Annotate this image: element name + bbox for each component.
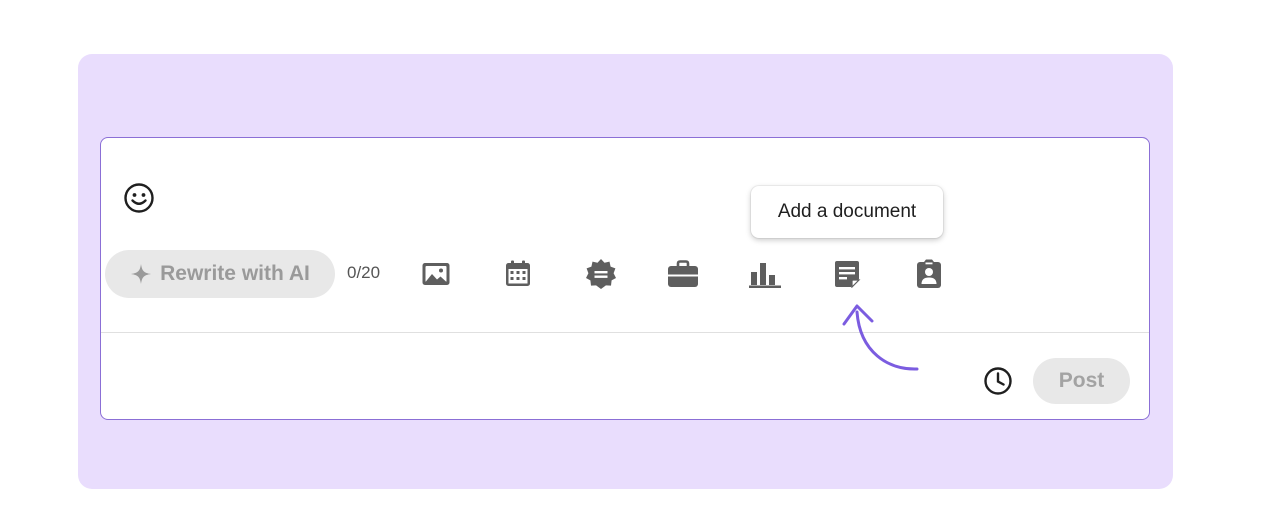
sparkle-icon (131, 264, 152, 284)
add-document-button[interactable] (829, 256, 865, 292)
image-icon (422, 263, 450, 285)
clock-icon (984, 367, 1012, 395)
add-photo-button[interactable] (418, 256, 454, 292)
badge-icon (586, 259, 616, 289)
celebrate-occasion-button[interactable] (583, 256, 619, 292)
tooltip-add-document: Add a document (751, 186, 943, 238)
rewrite-button-label: Rewrite with AI (160, 262, 310, 285)
share-job-button[interactable] (665, 256, 701, 292)
smiley-face-icon (124, 183, 154, 213)
create-poll-button[interactable] (747, 256, 783, 292)
post-button[interactable]: Post (1033, 358, 1130, 404)
bar-chart-icon (749, 263, 781, 288)
find-expert-button[interactable] (911, 256, 947, 292)
character-counter: 0/20 (347, 263, 381, 282)
create-event-button[interactable] (500, 256, 536, 292)
composer-divider (101, 332, 1149, 333)
calendar-icon (506, 260, 530, 286)
schedule-post-button[interactable] (981, 364, 1015, 398)
rewrite-with-ai-button[interactable]: Rewrite with AI (105, 250, 335, 298)
tooltip-text: Add a document (777, 201, 917, 222)
document-icon (835, 261, 861, 288)
pointer-arrow-icon (842, 304, 919, 371)
briefcase-icon (668, 260, 698, 287)
id-badge-icon (917, 259, 941, 288)
emoji-button[interactable] (122, 181, 156, 215)
